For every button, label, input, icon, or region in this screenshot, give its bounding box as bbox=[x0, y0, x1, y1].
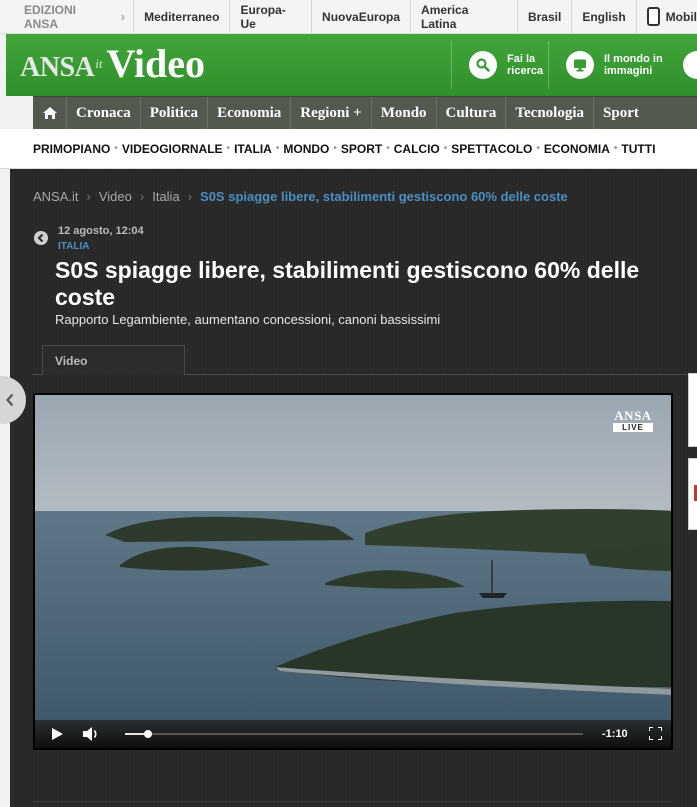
secnav-sport[interactable]: SPORT bbox=[341, 142, 382, 156]
side-widget[interactable] bbox=[688, 458, 697, 530]
article-content: ANSA.it › Video › Italia › S0S spiagge l… bbox=[10, 169, 697, 807]
secnav-tutti[interactable]: TUTTI bbox=[621, 142, 655, 156]
chevron-right-icon: › bbox=[120, 9, 126, 24]
breadcrumb-ansa[interactable]: ANSA.it bbox=[33, 189, 79, 204]
article-title: S0S spiagge libere, stabilimenti gestisc… bbox=[55, 257, 640, 310]
header-extra-button[interactable] bbox=[683, 51, 697, 79]
video-frame bbox=[35, 395, 671, 748]
secnav-mondo[interactable]: MONDO bbox=[283, 142, 329, 156]
edition-link-nuovaeuropa[interactable]: NuovaEuropa bbox=[311, 0, 410, 33]
editions-bar: EDIZIONI ANSA › Mediterraneo Europa-Ue N… bbox=[0, 0, 697, 34]
play-icon[interactable] bbox=[50, 727, 64, 741]
video-player[interactable]: ANSA LIVE -1:10 bbox=[33, 393, 673, 750]
logo-it: it bbox=[95, 56, 103, 71]
bullet-separator: • bbox=[443, 143, 448, 154]
side-widget[interactable] bbox=[688, 373, 697, 447]
content-divider bbox=[33, 801, 673, 802]
bullet-separator: • bbox=[226, 143, 231, 154]
secnav-economia[interactable]: ECONOMIA bbox=[544, 142, 610, 156]
breadcrumb-italia[interactable]: Italia bbox=[152, 189, 179, 204]
mobile-link[interactable]: Mobil bbox=[635, 0, 697, 33]
breadcrumb: ANSA.it › Video › Italia › S0S spiagge l… bbox=[33, 189, 576, 204]
nav-regioni[interactable]: Regioni + bbox=[291, 97, 372, 129]
search-button[interactable]: Fai la ricerca bbox=[451, 41, 543, 89]
editions-label: EDIZIONI ANSA › bbox=[24, 2, 126, 31]
home-icon[interactable] bbox=[33, 97, 67, 129]
nav-cultura[interactable]: Cultura bbox=[437, 97, 507, 129]
bullet-separator: • bbox=[613, 143, 618, 154]
breadcrumb-separator: › bbox=[187, 189, 193, 204]
bullet-separator: • bbox=[333, 143, 337, 154]
secnav-italia[interactable]: ITALIA bbox=[234, 142, 272, 156]
chevron-left-icon bbox=[6, 393, 14, 407]
world-in-images-button[interactable]: Il mondo in immagini bbox=[548, 41, 663, 89]
site-header: ANSA it Video Fai la ricerca Il mondo in i… bbox=[6, 34, 697, 96]
progress-track[interactable] bbox=[125, 730, 583, 738]
logo-ansa: ANSA bbox=[20, 52, 95, 83]
progress-knob[interactable] bbox=[143, 730, 152, 738]
nav-tecnologia[interactable]: Tecnologia bbox=[506, 97, 595, 129]
bullet-separator: • bbox=[114, 143, 118, 154]
nav-mondo[interactable]: Mondo bbox=[372, 97, 437, 129]
header-divider bbox=[548, 41, 549, 89]
nav-cronaca[interactable]: Cronaca bbox=[67, 97, 141, 129]
bullet-separator: • bbox=[536, 143, 540, 154]
nav-politica[interactable]: Politica bbox=[141, 97, 209, 129]
tab-video[interactable]: Video bbox=[42, 345, 185, 375]
secnav-spettacolo[interactable]: SPETTACOLO bbox=[451, 142, 532, 156]
secnav-videogiornale[interactable]: VIDEOGIORNALE bbox=[122, 142, 223, 156]
fullscreen-icon[interactable] bbox=[649, 727, 662, 740]
edition-link-mediterraneo[interactable]: Mediterraneo bbox=[133, 0, 229, 33]
ansa-live-badge: ANSA LIVE bbox=[613, 408, 653, 432]
breadcrumb-separator: › bbox=[139, 189, 145, 204]
player-controls: -1:10 bbox=[35, 720, 671, 748]
header-divider bbox=[451, 41, 452, 89]
breadcrumb-video[interactable]: Video bbox=[99, 189, 132, 204]
breadcrumb-separator: › bbox=[86, 189, 91, 204]
back-arrow-icon[interactable] bbox=[34, 231, 48, 245]
monitor-icon bbox=[566, 51, 594, 79]
category-nav: Cronaca Politica Economia Regioni + Mond… bbox=[33, 96, 697, 129]
volume-icon[interactable] bbox=[82, 726, 100, 742]
article-subtitle: Rapporto Legambiente, aumentano concessi… bbox=[55, 312, 441, 327]
secnav-calcio[interactable]: CALCIO bbox=[394, 142, 440, 156]
video-section-nav: PRIMOPIANO • VIDEOGIORNALE • ITALIA • MONDO… bbox=[0, 129, 697, 169]
bullet-separator: • bbox=[275, 143, 280, 154]
time-remaining: -1:10 bbox=[602, 728, 628, 740]
search-icon bbox=[469, 51, 497, 79]
edition-link-america-latina[interactable]: America Latina bbox=[410, 0, 517, 33]
nav-economia[interactable]: Economia bbox=[208, 97, 292, 129]
edition-link-brasil[interactable]: Brasil bbox=[516, 0, 571, 33]
edition-link-europa-ue[interactable]: Europa-Ue bbox=[229, 0, 311, 33]
edition-link-english[interactable]: English bbox=[571, 0, 635, 33]
breadcrumb-current: S0S spiagge libere, stabilimenti gestisc… bbox=[200, 189, 568, 204]
article-section-link[interactable]: ITALIA bbox=[58, 241, 89, 252]
phone-icon bbox=[646, 7, 660, 26]
logo-video: Video bbox=[106, 41, 205, 86]
secnav-primopiano[interactable]: PRIMOPIANO bbox=[33, 142, 110, 156]
article-date: 12 agosto, 12:04 bbox=[58, 225, 144, 237]
bullet-separator: • bbox=[386, 143, 390, 154]
nav-sport[interactable]: Sport bbox=[594, 97, 648, 129]
ansa-video-logo[interactable]: ANSA it Video bbox=[20, 44, 205, 84]
